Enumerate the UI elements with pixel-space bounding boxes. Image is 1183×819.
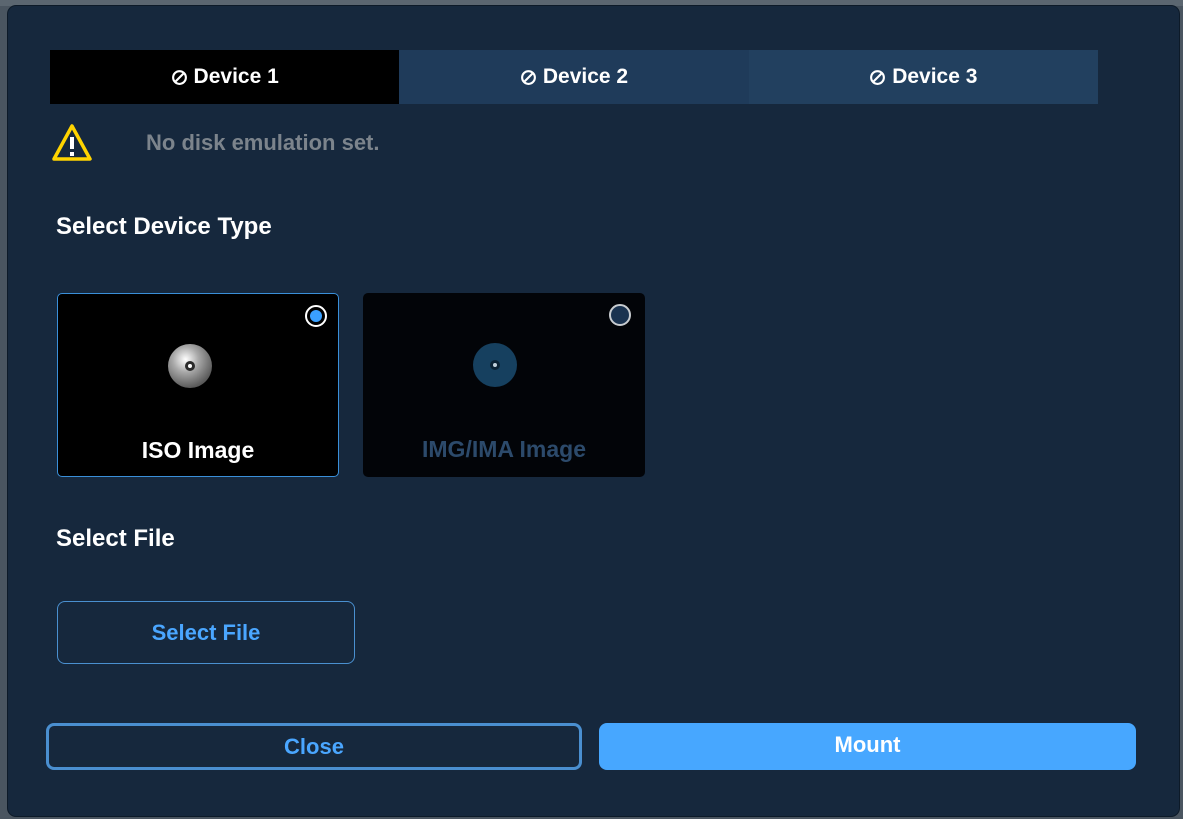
- tab-device-2[interactable]: Device 2: [399, 50, 749, 104]
- close-button[interactable]: Close: [46, 723, 582, 770]
- tab-device-1[interactable]: Device 1: [50, 50, 400, 104]
- ban-icon: [171, 69, 187, 85]
- select-file-button[interactable]: Select File: [57, 601, 355, 664]
- tab-label: Device 2: [542, 65, 629, 88]
- device-tabs: Device 1 Device 2 Device 3: [50, 50, 1098, 104]
- disc-icon: [168, 344, 212, 388]
- select-file-heading: Select File: [56, 525, 175, 552]
- iso-radio[interactable]: [305, 305, 327, 327]
- disc-icon: [473, 343, 517, 387]
- warning-text: No disk emulation set.: [146, 130, 380, 155]
- device-type-iso-card[interactable]: ISO Image: [57, 293, 339, 477]
- tab-label: Device 3: [892, 65, 978, 88]
- mount-button[interactable]: Mount: [599, 723, 1136, 770]
- ban-icon: [520, 69, 536, 85]
- img-label: IMG/IMA Image: [422, 436, 586, 462]
- warning-icon: [52, 124, 92, 161]
- iso-label: ISO Image: [141, 437, 255, 463]
- status-warning: No disk emulation set.: [52, 123, 380, 163]
- tab-device-3[interactable]: Device 3: [748, 50, 1098, 104]
- img-radio[interactable]: [609, 304, 631, 326]
- device-type-img-card[interactable]: IMG/IMA Image: [363, 293, 645, 477]
- device-type-heading: Select Device Type: [56, 213, 272, 240]
- ban-icon: [870, 69, 886, 85]
- virtual-media-dialog: Device 1 Device 2 Device 3 No disk emula…: [8, 6, 1179, 816]
- tab-label: Device 1: [193, 65, 279, 88]
